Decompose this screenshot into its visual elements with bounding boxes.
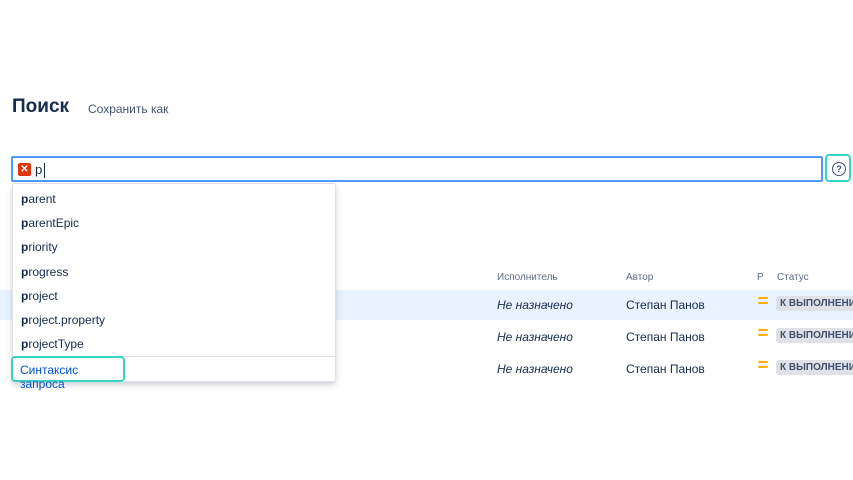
- suggestion-item-project-property[interactable]: project.property: [21, 313, 105, 327]
- priority-medium-icon: [758, 297, 768, 307]
- column-header-assignee[interactable]: Исполнитель: [497, 272, 558, 283]
- query-syntax-button[interactable]: Синтаксис запроса: [11, 356, 125, 391]
- column-header-author[interactable]: Автор: [626, 272, 653, 283]
- text-caret: [44, 163, 45, 178]
- suggestion-item-parent[interactable]: parent: [21, 192, 56, 206]
- page-title: Поиск: [12, 96, 70, 117]
- priority-medium-icon: [758, 329, 768, 339]
- author-cell[interactable]: Степан Панов: [626, 298, 705, 312]
- suggestion-item-projecttype[interactable]: projectType: [21, 337, 84, 351]
- suggestion-item-priority[interactable]: priority: [21, 240, 58, 254]
- suggestion-item-progress[interactable]: progress: [21, 265, 68, 279]
- author-cell[interactable]: Степан Панов: [626, 362, 705, 376]
- column-header-status[interactable]: Статус: [777, 272, 809, 283]
- suggestion-item-project[interactable]: project: [21, 289, 58, 303]
- suggestion-item-parentepic[interactable]: parentEpic: [21, 216, 79, 230]
- status-badge[interactable]: К ВЫПОЛНЕНИЮ: [776, 328, 853, 343]
- query-syntax-link[interactable]: Синтаксис запроса: [20, 363, 123, 391]
- assignee-cell: Не назначено: [497, 298, 573, 312]
- save-as-link[interactable]: Сохранить как: [88, 102, 168, 116]
- author-cell[interactable]: Степан Панов: [626, 330, 705, 344]
- priority-medium-icon: [758, 361, 768, 371]
- error-x-icon: ✕: [18, 163, 31, 176]
- status-badge[interactable]: К ВЫПОЛНЕНИЮ: [776, 296, 853, 311]
- autocomplete-dropdown: parent parentEpic priority progress proj…: [11, 183, 336, 391]
- assignee-cell: Не назначено: [497, 330, 573, 344]
- column-header-priority[interactable]: Р: [757, 272, 764, 283]
- syntax-help-button[interactable]: ?: [825, 154, 851, 182]
- assignee-cell: Не назначено: [497, 362, 573, 376]
- query-text: p: [35, 162, 43, 177]
- jql-search-input[interactable]: ✕ p: [11, 156, 823, 182]
- question-circle-icon: ?: [832, 162, 846, 176]
- status-badge[interactable]: К ВЫПОЛНЕНИЮ: [776, 360, 853, 375]
